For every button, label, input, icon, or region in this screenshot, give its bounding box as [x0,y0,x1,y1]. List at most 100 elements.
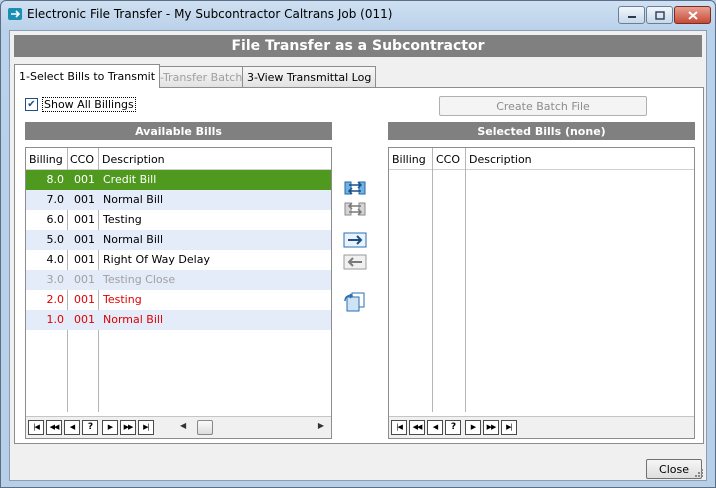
show-all-label: Show All Billings [42,97,136,112]
tab-transfer-batch[interactable]: 2-Transfer Batch [148,66,248,87]
app-icon [8,8,22,20]
next-page-button[interactable]: ▶▶ [120,420,136,435]
next-page-button[interactable]: ▶▶ [483,420,499,435]
page-title: File Transfer as a Subcontractor [14,35,702,57]
cell-billing: 8.0 [46,173,65,186]
selected-bills-grid[interactable]: Billing CCO Description |◀ ◀◀ ◀ ? ▶ ▶▶ ▶… [388,147,695,439]
move-left-icon [343,254,367,270]
cell-billing: 3.0 [46,273,65,286]
cell-billing: 2.0 [46,293,65,306]
table-row[interactable]: 6.0 001 Testing [26,210,331,230]
column-header-description[interactable]: Description [102,153,165,166]
column-divider [432,148,433,412]
tab-panel: ✔ Show All Billings Create Batch File Av… [14,87,704,444]
last-record-button[interactable]: ▶| [501,420,517,435]
available-bills-title: Available Bills [25,122,332,140]
copy-icon [344,292,365,312]
table-row[interactable]: 1.0 001 Normal Bill [26,310,331,330]
copy-bill-button[interactable] [343,292,367,312]
minimize-icon [627,16,636,18]
maximize-button[interactable] [646,6,673,24]
column-header-billing[interactable]: Billing [29,153,63,166]
grid-header: Billing CCO Description [389,148,694,170]
help-button[interactable]: ? [445,420,461,435]
selected-bills-title: Selected Bills (none) [388,122,695,140]
cell-cco: 001 [74,213,95,226]
create-batch-file-button[interactable]: Create Batch File [439,96,647,116]
minimize-button[interactable] [618,6,645,24]
cell-description: Normal Bill [103,193,164,206]
table-row[interactable]: 8.0 001 Credit Bill [26,170,331,190]
horizontal-scrollbar[interactable]: ◀ ▶ [180,420,328,435]
close-icon [687,10,698,20]
cell-cco: 001 [74,253,95,266]
previous-record-button[interactable]: ◀ [427,420,443,435]
cell-description: Normal Bill [103,313,164,326]
maximize-icon [654,10,665,20]
last-record-button[interactable]: ▶| [138,420,154,435]
move-all-left-button[interactable] [343,200,367,218]
cell-billing: 7.0 [46,193,65,206]
previous-page-button[interactable]: ◀◀ [46,420,62,435]
column-header-billing[interactable]: Billing [392,153,426,166]
record-navigator: |◀ ◀◀ ◀ ? ▶ ▶▶ ▶| [389,416,694,438]
move-right-button[interactable] [343,231,367,249]
cell-cco: 001 [74,273,95,286]
column-header-cco[interactable]: CCO [436,153,460,166]
move-left-button[interactable] [343,253,367,271]
available-bills-grid[interactable]: Billing CCO Description 8.0 001 Credit B… [25,147,332,439]
table-row[interactable]: 3.0 001 Testing Close [26,270,331,290]
cell-billing: 4.0 [46,253,65,266]
column-header-description[interactable]: Description [469,153,532,166]
column-header-cco[interactable]: CCO [70,153,94,166]
first-record-button[interactable]: |◀ [391,420,407,435]
cell-description: Credit Bill [103,173,157,186]
cell-cco: 001 [74,313,95,326]
show-all-billings-checkbox[interactable]: ✔ Show All Billings [25,97,136,112]
tab-label: 3-View Transmittal Log [247,70,372,84]
cell-description: Normal Bill [103,233,164,246]
cell-cco: 001 [74,193,95,206]
cell-billing: 1.0 [46,313,65,326]
previous-record-button[interactable]: ◀ [64,420,80,435]
move-all-right-button[interactable] [343,179,367,197]
move-all-right-icon [344,181,366,195]
table-row[interactable]: 2.0 001 Testing [26,290,331,310]
scroll-thumb[interactable] [197,420,213,435]
next-record-button[interactable]: ▶ [102,420,118,435]
cell-cco: 001 [74,293,95,306]
client-area: File Transfer as a Subcontractor 1-Selec… [9,30,707,481]
cell-cco: 001 [74,173,95,186]
scroll-right-icon[interactable]: ▶ [318,421,324,430]
move-right-icon [343,232,367,248]
cell-cco: 001 [74,233,95,246]
first-record-button[interactable]: |◀ [28,420,44,435]
table-row[interactable]: 5.0 001 Normal Bill [26,230,331,250]
next-record-button[interactable]: ▶ [465,420,481,435]
app-window: Electronic File Transfer - My Subcontrac… [0,0,716,488]
tab-label: 1-Select Bills to Transmit [19,70,156,83]
scroll-left-icon[interactable]: ◀ [180,421,186,430]
grid-header: Billing CCO Description [26,148,331,170]
cell-description: Right Of Way Delay [103,253,210,266]
help-button[interactable]: ? [82,420,98,435]
tab-transmittal-log[interactable]: 3-View Transmittal Log [242,66,377,87]
record-navigator: |◀ ◀◀ ◀ ? ▶ ▶▶ ▶| ◀ ▶ [26,416,331,438]
previous-page-button[interactable]: ◀◀ [409,420,425,435]
column-divider [465,148,466,412]
cell-billing: 5.0 [46,233,65,246]
tab-select-bills[interactable]: 1-Select Bills to Transmit [14,64,161,88]
cell-billing: 6.0 [46,213,65,226]
cell-description: Testing [103,213,142,226]
cell-description: Testing Close [103,273,176,286]
table-row[interactable]: 4.0 001 Right Of Way Delay [26,250,331,270]
table-row[interactable]: 7.0 001 Normal Bill [26,190,331,210]
resize-grip-icon[interactable] [694,468,704,478]
window-title: Electronic File Transfer - My Subcontrac… [27,7,393,21]
tab-label: 2-Transfer Batch [153,70,243,84]
cell-description: Testing [103,293,142,306]
checkbox-check-icon[interactable]: ✔ [25,98,38,111]
title-bar[interactable]: Electronic File Transfer - My Subcontrac… [1,1,715,29]
move-all-left-icon [344,202,366,216]
close-window-button[interactable] [674,6,711,24]
